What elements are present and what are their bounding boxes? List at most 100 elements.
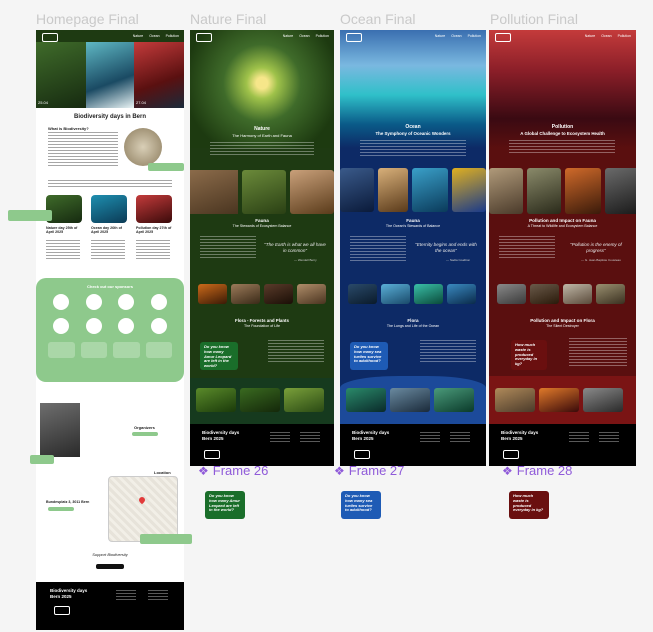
footer-links[interactable] [420,432,440,444]
event-text-pollution [136,240,170,261]
nav-item-ocean[interactable]: Ocean [601,34,611,38]
photo-animal [348,284,377,304]
nav-item-nature[interactable]: Nature [585,34,596,38]
location-map[interactable] [108,476,178,542]
nav-item-nature[interactable]: Nature [133,34,144,38]
event-title-ocean: Ocean day 26th of April 2025 [91,226,122,235]
sponsor-logo[interactable] [53,318,70,334]
footer-logo[interactable] [354,450,370,459]
ocean-fauna-text [350,236,406,263]
sponsor-logo[interactable] [85,294,102,310]
sponsor-logo[interactable] [85,318,102,334]
event-title-nature: Nature day 25th of April 2025 [46,226,78,235]
ocean-tip-card[interactable]: Do you know how many sea turtles survive… [350,342,388,370]
sponsor-tile[interactable] [113,342,140,358]
logo[interactable] [42,33,58,42]
nav-item-pollution[interactable]: Pollution [468,34,481,38]
nav-item-pollution[interactable]: Pollution [618,34,631,38]
footer-title: Biodiversity days Bern 2025 [50,588,88,599]
pollution-tip-card[interactable]: How much waste is produced everyday in k… [511,340,547,370]
ocean-intro [360,140,466,158]
event-photo-pollution[interactable] [136,195,172,223]
nav-item-pollution[interactable]: Pollution [316,34,329,38]
pollution-fauna-title: Pollution and Impact on Fauna [529,218,596,223]
nav-item-nature[interactable]: Nature [435,34,446,38]
footer-contact[interactable] [300,432,320,444]
logo[interactable] [346,33,362,42]
nature-tip-card[interactable]: Do you know how many Amur Leopard are le… [200,342,238,370]
frame-label-pollution[interactable]: ❖ Frame 28 [502,463,572,478]
pollution-fauna-subtitle: A Threat to Wildlife and Ecosystem Balan… [527,224,598,228]
photo-waste [527,168,561,214]
decor-green-bar [140,534,192,544]
logo[interactable] [196,33,212,42]
what-heading: What is Biodiversity? [48,126,89,131]
nav-item-nature[interactable]: Nature [283,34,294,38]
sponsors-heading: Check out our sponsors [86,284,133,289]
pollution-quote-author: — G. Jean-Baptiste Cousteau [581,258,621,262]
donate-button[interactable] [96,564,124,569]
sponsor-tile[interactable] [48,342,75,358]
footer-logo[interactable] [503,450,519,459]
sponsor-logo[interactable] [118,318,135,334]
ocean-tip-component[interactable]: Do you know how many sea turtles survive… [341,491,381,519]
home-hero-title: Biodiversity days in Bern [73,114,147,120]
event-photo-ocean[interactable] [91,195,127,223]
footer-contact[interactable] [148,590,168,602]
event-title-pollution: Pollution day 27th of April 2025 [136,226,172,235]
sponsor-logo[interactable] [53,294,70,310]
frame-title-ocean[interactable]: Ocean Final [340,11,415,27]
component-icon: ❖ [334,463,345,478]
frame-label-nature[interactable]: ❖ Frame 26 [198,463,268,478]
address-text: Bundesplatz 3, 3011 Bern [46,500,90,504]
ocean-flora-subtitle: The Lungs and Life of the Ocean [386,324,440,328]
sponsor-logo[interactable] [150,318,167,334]
photo-animal [497,284,526,304]
footer-links[interactable] [270,432,290,444]
footer-contact[interactable] [599,432,619,444]
ocean-quote: "Eternity begins and ends with the ocean… [415,242,477,253]
organizers-button[interactable] [132,432,158,436]
nature-fauna-title: Fauna [255,218,269,223]
pollution-animal-row [497,284,625,304]
footer-title: Biodiversity days Bern 2025 [501,430,539,441]
nav-item-ocean[interactable]: Ocean [149,34,159,38]
frame-title-nature[interactable]: Nature Final [190,11,266,27]
sponsor-tile[interactable] [145,342,172,358]
footer-links[interactable] [116,590,136,602]
sponsor-tile[interactable] [80,342,107,358]
event-text-nature [46,240,80,261]
photo-algae [390,388,430,412]
photo-animal [447,284,476,304]
hero-date-start: 25.04 [38,100,49,105]
ocean-flora-photos [346,388,474,412]
ocean-flora-text [420,340,476,364]
photo-smoke [605,168,636,214]
pollution-tip-component[interactable]: How much waste is produced everyday in k… [509,491,549,519]
footer-logo[interactable] [204,450,220,459]
nav-item-pollution[interactable]: Pollution [166,34,179,38]
photo-deforest [495,388,535,412]
directions-button[interactable] [48,507,74,511]
footer-logo[interactable] [54,606,70,615]
nav-item-ocean[interactable]: Ocean [451,34,461,38]
event-text-ocean [91,240,125,261]
nature-tip-component[interactable]: Do you know how many Amur Leopard are le… [205,491,245,519]
component-icon: ❖ [502,463,513,478]
nature-animal-row [198,284,326,304]
decor-green-bar [8,210,52,221]
footer-links[interactable] [569,432,589,444]
logo[interactable] [495,33,511,42]
photo-plant [284,388,324,412]
frame-title-homepage[interactable]: Homepage Final [36,11,139,27]
nature-fauna-subtitle: The Stewards of Ecosystem Balance [232,224,292,228]
sponsors-section: Check out our sponsors [36,278,184,382]
sponsor-logo[interactable] [150,294,167,310]
sponsor-logo[interactable] [118,294,135,310]
frame-title-pollution[interactable]: Pollution Final [490,11,578,27]
hero-photo-wave [86,42,134,108]
footer-contact[interactable] [450,432,470,444]
pollution-intro [509,140,615,155]
nav-item-ocean[interactable]: Ocean [299,34,309,38]
frame-label-ocean[interactable]: ❖ Frame 27 [334,463,404,478]
